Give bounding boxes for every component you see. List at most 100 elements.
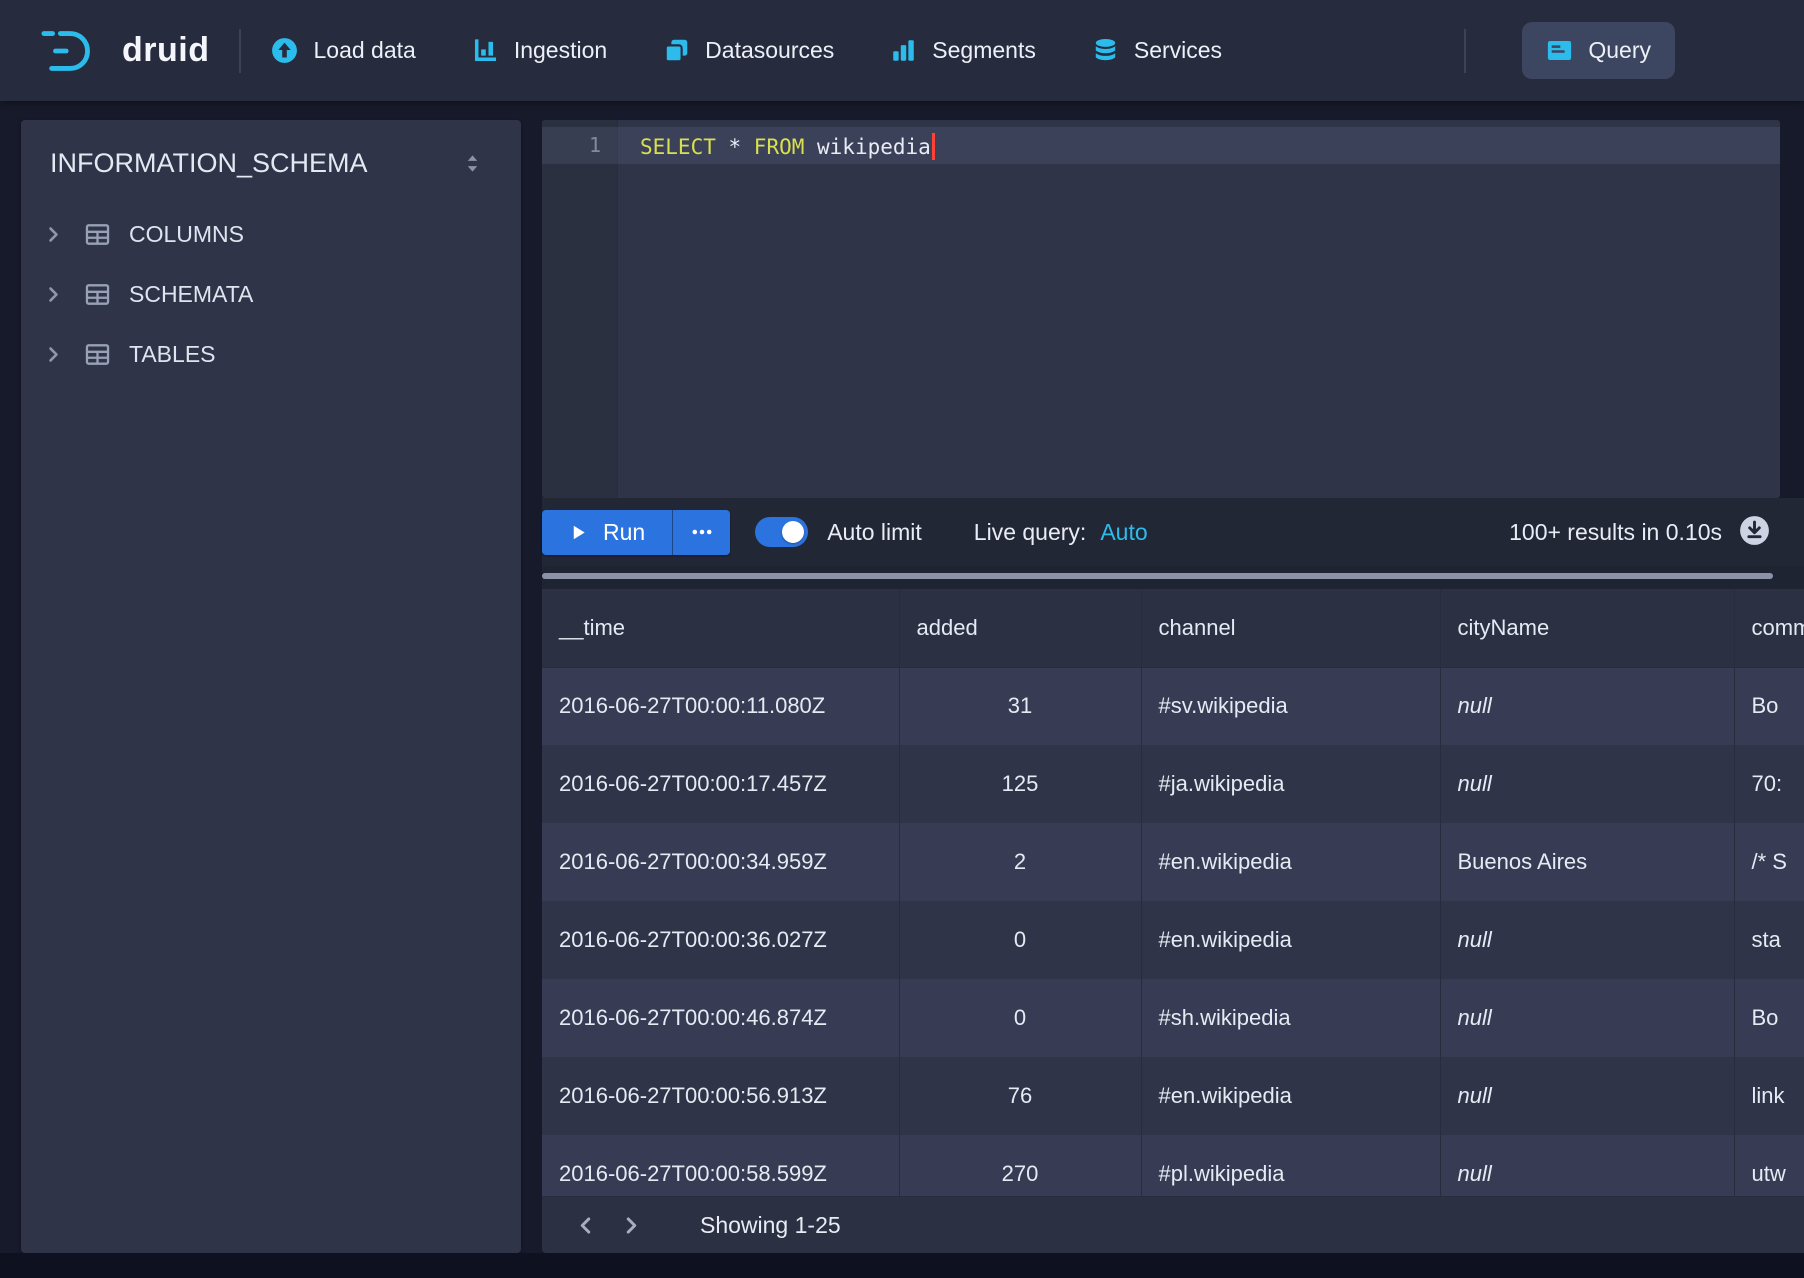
cell-cityName[interactable]: null	[1440, 1135, 1734, 1196]
cell-cityName[interactable]: null	[1440, 667, 1734, 745]
cell-channel[interactable]: #en.wikipedia	[1141, 1057, 1440, 1135]
nav-label: Query	[1588, 37, 1651, 64]
cell-channel[interactable]: #pl.wikipedia	[1141, 1135, 1440, 1196]
next-page-button[interactable]	[608, 1202, 654, 1248]
cell-added[interactable]: 270	[899, 1135, 1141, 1196]
datasources-icon	[663, 37, 690, 64]
nav-label: Segments	[932, 37, 1036, 64]
upload-icon	[271, 37, 298, 64]
chevron-left-icon	[575, 1215, 596, 1236]
main-nav: Load data Ingestion Datasources Segments Ser…	[271, 22, 1804, 79]
cell-comment[interactable]: link	[1734, 1057, 1804, 1135]
column-header-channel[interactable]: channel	[1141, 589, 1440, 667]
navbar: druid Load data Ingestion Datasources Segme…	[0, 0, 1804, 101]
run-button[interactable]: Run	[542, 510, 672, 555]
cell-comment[interactable]: 70:	[1734, 745, 1804, 823]
double-caret-vertical-icon	[462, 153, 483, 174]
sql-query-text[interactable]: SELECT * FROM wikipedia	[640, 127, 935, 164]
cell-added[interactable]: 76	[899, 1057, 1141, 1135]
cell-cityName[interactable]: null	[1440, 745, 1734, 823]
table-row: 2016-06-27T00:00:11.080Z31#sv.wikipedian…	[542, 667, 1804, 745]
prev-page-button[interactable]	[562, 1202, 608, 1248]
cell-comment[interactable]: Bo	[1734, 667, 1804, 745]
editor-gutter	[542, 120, 618, 498]
cell-cityName[interactable]: null	[1440, 901, 1734, 979]
cell-added[interactable]: 0	[899, 901, 1141, 979]
run-more-button[interactable]	[672, 510, 730, 555]
services-icon	[1092, 37, 1119, 64]
results-table: __timeaddedchannelcityNamecomment 2016-0…	[542, 589, 1804, 1196]
pagination-bar: Showing 1-25	[542, 1196, 1804, 1253]
cell-comment[interactable]: utw	[1734, 1135, 1804, 1196]
run-button-group: Run	[542, 510, 730, 555]
download-button[interactable]	[1739, 515, 1770, 549]
cell-channel[interactable]: #en.wikipedia	[1141, 901, 1440, 979]
tree-item-label: SCHEMATA	[129, 281, 253, 308]
results-table-container: __timeaddedchannelcityNamecomment 2016-0…	[542, 589, 1804, 1196]
cell-channel[interactable]: #sv.wikipedia	[1141, 667, 1440, 745]
tree-item-tables[interactable]: TABLES	[21, 324, 521, 384]
cell-time[interactable]: 2016-06-27T00:00:17.457Z	[542, 745, 899, 823]
page-body: INFORMATION_SCHEMA COLUMNS SCHEMATA TABLES…	[0, 101, 1804, 1278]
cell-comment[interactable]: Bo	[1734, 979, 1804, 1057]
schema-sidebar: INFORMATION_SCHEMA COLUMNS SCHEMATA TABLES	[21, 120, 521, 1253]
schema-selector[interactable]: INFORMATION_SCHEMA	[21, 120, 521, 192]
line-number: 1	[542, 127, 618, 164]
results-summary: 100+ results in 0.10s	[1509, 519, 1722, 546]
cell-channel[interactable]: #en.wikipedia	[1141, 823, 1440, 901]
toggle-knob	[782, 521, 804, 543]
nav-item-datasources[interactable]: Datasources	[663, 37, 834, 64]
nav-item-load-data[interactable]: Load data	[271, 37, 415, 64]
tree-item-columns[interactable]: COLUMNS	[21, 204, 521, 264]
nav-item-services[interactable]: Services	[1092, 37, 1222, 64]
nav-label: Services	[1134, 37, 1222, 64]
cell-added[interactable]: 0	[899, 979, 1141, 1057]
cell-time[interactable]: 2016-06-27T00:00:36.027Z	[542, 901, 899, 979]
play-icon	[569, 523, 588, 542]
live-query-value[interactable]: Auto	[1100, 519, 1147, 546]
navbar-divider	[1464, 29, 1466, 73]
table-row: 2016-06-27T00:00:34.959Z2#en.wikipediaBu…	[542, 823, 1804, 901]
column-header-comment[interactable]: comment	[1734, 589, 1804, 667]
cell-time[interactable]: 2016-06-27T00:00:58.599Z	[542, 1135, 899, 1196]
query-toolbar: Run Auto limit Live query: Auto 100+ res…	[542, 498, 1804, 566]
cell-channel[interactable]: #ja.wikipedia	[1141, 745, 1440, 823]
cell-time[interactable]: 2016-06-27T00:00:56.913Z	[542, 1057, 899, 1135]
nav-label: Datasources	[705, 37, 834, 64]
sql-editor[interactable]: 1 SELECT * FROM wikipedia	[542, 120, 1780, 498]
cell-added[interactable]: 31	[899, 667, 1141, 745]
nav-item-query[interactable]: Query	[1522, 22, 1675, 79]
cell-time[interactable]: 2016-06-27T00:00:46.874Z	[542, 979, 899, 1057]
table-row: 2016-06-27T00:00:58.599Z270#pl.wikipedia…	[542, 1135, 1804, 1196]
horizontal-scrollbar-track	[542, 566, 1804, 589]
cell-cityName[interactable]: Buenos Aires	[1440, 823, 1734, 901]
text-cursor	[932, 133, 935, 160]
segments-icon	[890, 37, 917, 64]
bottom-strip	[0, 1253, 1804, 1278]
cell-added[interactable]: 125	[899, 745, 1141, 823]
schema-title: INFORMATION_SCHEMA	[50, 148, 368, 179]
cell-comment[interactable]: /* S	[1734, 823, 1804, 901]
horizontal-scrollbar-thumb[interactable]	[542, 573, 1773, 579]
tree-item-schemata[interactable]: SCHEMATA	[21, 264, 521, 324]
druid-brand[interactable]: druid	[40, 26, 209, 76]
table-icon	[84, 341, 111, 368]
cell-channel[interactable]: #sh.wikipedia	[1141, 979, 1440, 1057]
cell-comment[interactable]: sta	[1734, 901, 1804, 979]
live-query-label: Live query:	[974, 519, 1087, 546]
cell-time[interactable]: 2016-06-27T00:00:11.080Z	[542, 667, 899, 745]
nav-item-segments[interactable]: Segments	[890, 37, 1036, 64]
table-row: 2016-06-27T00:00:56.913Z76#en.wikipedian…	[542, 1057, 1804, 1135]
results-header-row: __timeaddedchannelcityNamecomment	[542, 589, 1804, 667]
column-header-cityName[interactable]: cityName	[1440, 589, 1734, 667]
brand-name: druid	[122, 31, 209, 70]
cell-cityName[interactable]: null	[1440, 979, 1734, 1057]
cell-cityName[interactable]: null	[1440, 1057, 1734, 1135]
cell-time[interactable]: 2016-06-27T00:00:34.959Z	[542, 823, 899, 901]
nav-item-ingestion[interactable]: Ingestion	[472, 37, 607, 64]
column-header-time[interactable]: __time	[542, 589, 899, 667]
column-header-added[interactable]: added	[899, 589, 1141, 667]
query-view: 1 SELECT * FROM wikipedia Run Auto limit…	[542, 120, 1804, 1253]
auto-limit-toggle[interactable]	[755, 517, 808, 547]
cell-added[interactable]: 2	[899, 823, 1141, 901]
